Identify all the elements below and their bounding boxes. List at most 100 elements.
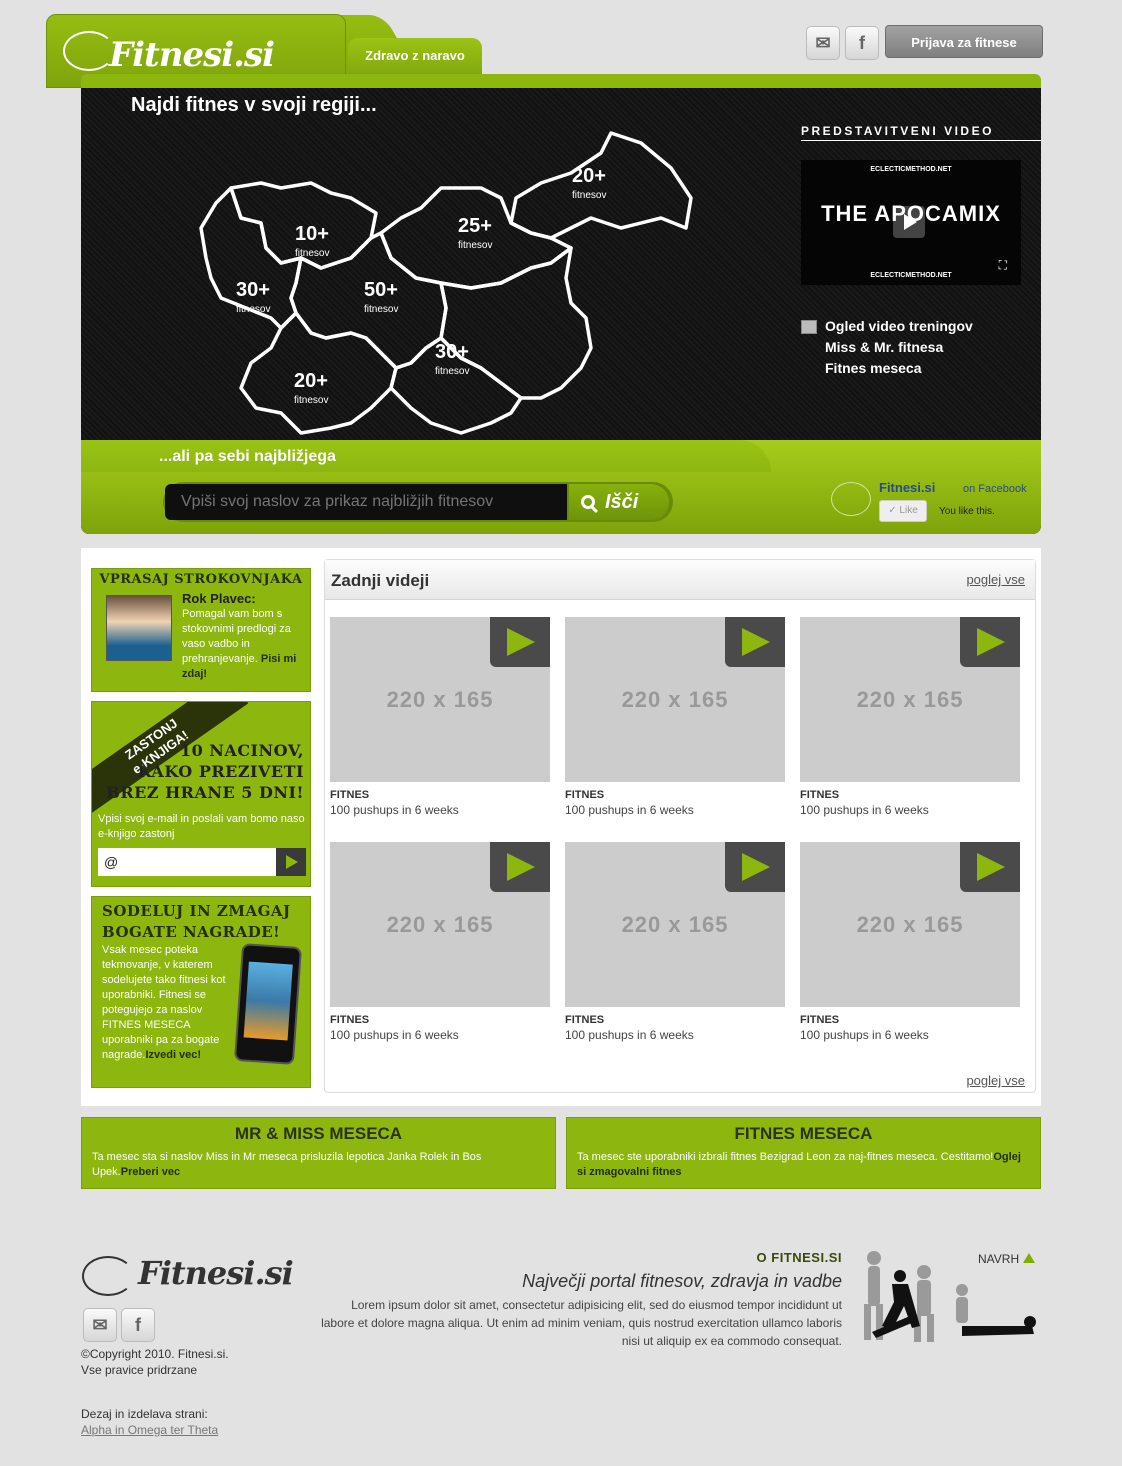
latest-videos: Zadnji videji poglej vse 220 x 165 FITNE… xyxy=(324,559,1036,1093)
video-card[interactable]: 220 x 165 FITNES 100 pushups in 6 weeks xyxy=(800,842,1020,1042)
video-thumbnail[interactable]: 220 x 165 xyxy=(800,842,1020,1007)
region-count[interactable]: 50+ fitnesov xyxy=(364,280,398,320)
mr-miss-text: Ta mesec sta si naslov Miss in Mr meseca… xyxy=(92,1151,482,1178)
play-icon[interactable] xyxy=(960,842,1020,892)
email-field[interactable]: @ xyxy=(98,848,278,876)
video-thumbnail[interactable]: 220 x 165 xyxy=(330,842,550,1007)
video-category: FITNES xyxy=(565,789,605,801)
video-name[interactable]: 100 pushups in 6 weeks xyxy=(565,1028,785,1042)
play-icon[interactable] xyxy=(490,617,550,667)
see-all-link[interactable]: poglej vse xyxy=(966,572,1025,587)
see-all-link-bottom[interactable]: poglej vse xyxy=(966,1073,1025,1088)
facebook-icon[interactable]: f xyxy=(845,26,879,60)
about-heading: O FITNESI.SI xyxy=(756,1250,842,1265)
play-icon[interactable] xyxy=(725,842,785,892)
ebook-text: Vpisi svoj e-mail in poslali vam bomo na… xyxy=(98,813,305,840)
videos-header: Zadnji videji poglej vse xyxy=(325,560,1035,600)
expert-text: Pomagal vam bom s stokovnimi predlogi za… xyxy=(182,608,297,680)
video-link[interactable]: Ogled video treningov xyxy=(801,318,973,339)
video-card[interactable]: 220 x 165 FITNES 100 pushups in 6 weeks xyxy=(330,617,550,817)
video-links: Ogled video treningov Miss & Mr. fitnesa… xyxy=(801,318,973,381)
video-category: FITNES xyxy=(800,789,840,801)
region-count[interactable]: 30+ fitnesov xyxy=(435,342,469,382)
near-title: ...ali pa sebi najbližjega xyxy=(159,448,336,465)
ebook-box: ZASTONJ e-KNJIGA! 10 NACINOV, KAKO PREZIVE… xyxy=(91,701,311,887)
about-text: Lorem ipsum dolor sit amet, consectetur … xyxy=(321,1298,842,1348)
video-link[interactable]: Fitnes meseca xyxy=(801,360,973,381)
region-count[interactable]: 10+ fitnesov xyxy=(295,224,329,264)
play-icon[interactable] xyxy=(725,617,785,667)
video-link[interactable]: Miss & Mr. fitnesa xyxy=(801,339,973,360)
design-credit-link[interactable]: Alpha in Omega ter Theta xyxy=(81,1423,218,1437)
play-icon[interactable] xyxy=(490,842,550,892)
video-name[interactable]: 100 pushups in 6 weeks xyxy=(330,803,550,817)
hero-section: Najdi fitnes v svoji regiji... 10+ fitnes… xyxy=(81,88,1041,534)
video-brand-top: ECLECTICMETHOD.NET xyxy=(870,166,952,173)
address-search-input[interactable] xyxy=(165,484,567,520)
footer-logo[interactable]: Fitnesi.si xyxy=(82,1248,294,1302)
logo-swirl-icon xyxy=(63,31,115,71)
video-heading: PREDSTAVITVENI VIDEO xyxy=(801,124,1041,141)
email-submit-button[interactable] xyxy=(276,848,306,876)
content-panel: VPRASAJ STROKOVNJAKA Rok Plavec: Pomagal… xyxy=(81,548,1041,1106)
intro-video-player[interactable]: ECLECTICMETHOD.NET THE APOCAMIX ECLECTIC… xyxy=(801,160,1021,285)
facebook-icon[interactable]: f xyxy=(121,1308,155,1342)
prize-title: SODELUJ IN ZMAGAJ BOGATE NAGRADE! xyxy=(102,902,291,941)
region-count[interactable]: 30+ fitnesov xyxy=(236,280,270,320)
logo-text: Fitnesi.si xyxy=(109,35,275,75)
fb-like-button[interactable]: ✓ Like xyxy=(879,500,927,522)
region-count[interactable]: 25+ fitnesov xyxy=(458,216,492,256)
facebook-widget: Fitnesi.si on Facebook ✓ Like You like t… xyxy=(831,478,1031,528)
fb-you-like: You like this. xyxy=(939,506,995,517)
region-count[interactable]: 20+ fitnesov xyxy=(572,166,606,206)
video-name[interactable]: 100 pushups in 6 weeks xyxy=(330,1028,550,1042)
video-name[interactable]: 100 pushups in 6 weeks xyxy=(565,803,785,817)
video-category: FITNES xyxy=(330,1014,370,1026)
arrow-up-icon xyxy=(1023,1253,1036,1263)
prize-box: SODELUJ IN ZMAGAJ BOGATE NAGRADE! Vsak me… xyxy=(91,896,311,1088)
login-button[interactable]: Prijava za fitnese xyxy=(885,25,1043,58)
fitnes-meseca-title: FITNES MESECA xyxy=(734,1124,873,1143)
fullscreen-icon[interactable]: ⛶ xyxy=(999,258,1007,273)
video-card[interactable]: 220 x 165 FITNES 100 pushups in 6 weeks xyxy=(800,617,1020,817)
fitnes-meseca-text: Ta mesec ste uporabniki izbrali fitnes B… xyxy=(577,1151,1021,1178)
video-name[interactable]: 100 pushups in 6 weeks xyxy=(800,803,1020,817)
mr-miss-box: MR & MISS MESECA Ta mesec sta si naslov … xyxy=(81,1117,556,1189)
avatar xyxy=(106,595,172,661)
fb-on: on Facebook xyxy=(963,483,1027,495)
video-card[interactable]: 220 x 165 FITNES 100 pushups in 6 weeks xyxy=(330,842,550,1042)
mail-icon[interactable]: ✉ xyxy=(806,26,840,60)
video-category: FITNES xyxy=(800,1014,840,1026)
ask-expert-box: VPRASAJ STROKOVNJAKA Rok Plavec: Pomagal… xyxy=(91,568,311,692)
play-icon[interactable] xyxy=(960,617,1020,667)
about-section: O FITNESI.SI Največji portal fitnesov, z… xyxy=(320,1250,842,1350)
back-to-top-link[interactable]: NAVRH xyxy=(978,1252,1036,1266)
read-more-link[interactable]: Preberi vec xyxy=(121,1166,180,1178)
mr-miss-title: MR & MISS MESECA xyxy=(234,1124,403,1143)
search-button[interactable]: Išči xyxy=(569,484,669,520)
expert-title: VPRASAJ STROKOVNJAKA xyxy=(99,572,303,587)
video-card[interactable]: 220 x 165 FITNES 100 pushups in 6 weeks xyxy=(565,842,785,1042)
tab-zdravo-z-naravo[interactable]: Zdravo z naravo xyxy=(348,38,482,74)
video-card[interactable]: 220 x 165 FITNES 100 pushups in 6 weeks xyxy=(565,617,785,817)
video-thumbnail[interactable]: 220 x 165 xyxy=(565,617,785,782)
search-icon xyxy=(581,495,595,509)
video-name[interactable]: 100 pushups in 6 weeks xyxy=(800,1028,1020,1042)
video-thumbnail[interactable]: 220 x 165 xyxy=(800,617,1020,782)
mail-icon[interactable]: ✉ xyxy=(83,1308,117,1342)
expert-name: Rok Plavec: xyxy=(182,591,256,606)
video-thumbnail[interactable]: 220 x 165 xyxy=(330,617,550,782)
video-thumbnail[interactable]: 220 x 165 xyxy=(565,842,785,1007)
video-category: FITNES xyxy=(330,789,370,801)
about-subtitle: Največji portal fitnesov, zdravja in vad… xyxy=(522,1271,842,1291)
fitnes-meseca-box: FITNES MESECA Ta mesec ste uporabniki iz… xyxy=(566,1117,1041,1189)
play-icon[interactable] xyxy=(893,206,925,238)
video-category: FITNES xyxy=(565,1014,605,1026)
film-icon xyxy=(801,320,817,334)
video-brand-bottom: ECLECTICMETHOD.NET xyxy=(870,272,952,279)
read-more-link[interactable]: Izvedi vec! xyxy=(145,1049,201,1061)
footer-logo-text: Fitnesi.si xyxy=(138,1254,294,1292)
ebook-title: 10 NACINOV, KAKO PREZIVETI BREZ HRANE 5 DN… xyxy=(106,741,304,802)
fb-page-name[interactable]: Fitnesi.si xyxy=(879,480,935,495)
region-count[interactable]: 20+ fitnesov xyxy=(294,371,328,411)
